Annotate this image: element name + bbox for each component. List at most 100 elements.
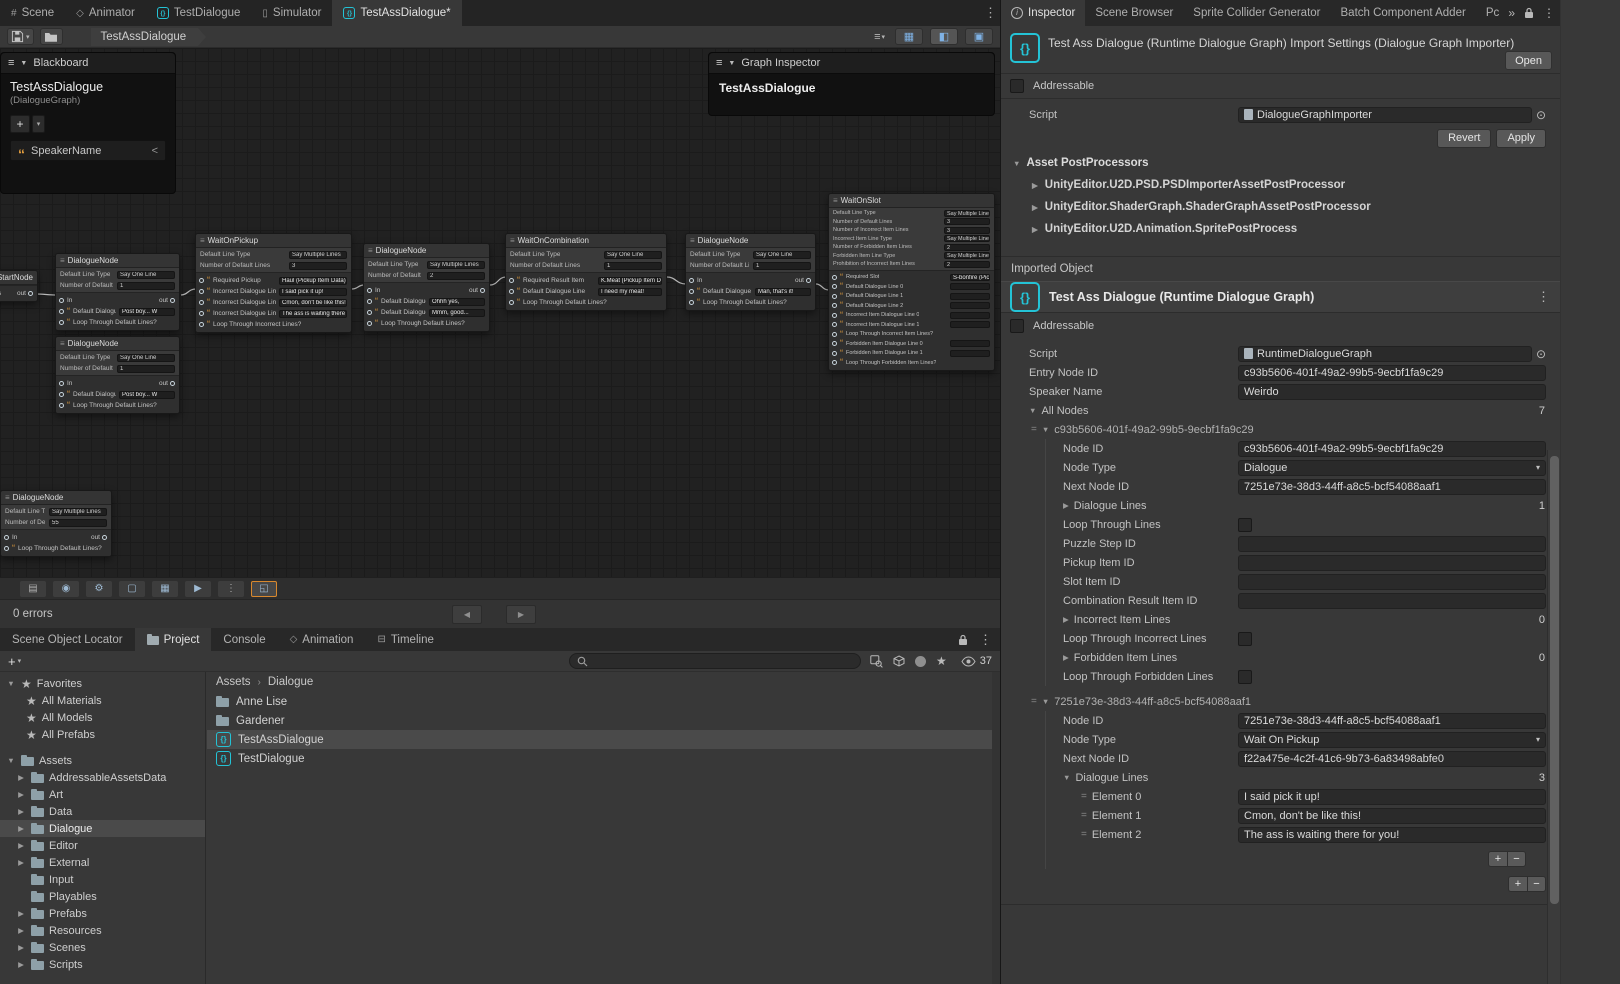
input-port-icon[interactable] bbox=[199, 278, 204, 283]
input-port-icon[interactable] bbox=[4, 546, 9, 551]
node-title[interactable]: ≡ WaitOnCombination bbox=[506, 234, 666, 248]
port-value-field[interactable] bbox=[950, 293, 990, 300]
port-value-field[interactable] bbox=[950, 312, 990, 319]
node-field-row[interactable]: Incorrect Item Line Type Say Multiple Li… bbox=[829, 235, 994, 244]
port-value-field[interactable]: Post boy... W bbox=[119, 391, 175, 399]
node-title[interactable]: ≡ WaitOnPickup bbox=[196, 234, 351, 248]
add-property-dropdown-icon[interactable]: ▾ bbox=[32, 115, 45, 133]
output-port[interactable]: out bbox=[159, 380, 175, 387]
object-menu-icon[interactable]: ⋮ bbox=[1537, 289, 1550, 305]
node-field-row[interactable]: Number of Default Lines 1 bbox=[56, 363, 179, 374]
visibility-counter[interactable]: 37 bbox=[961, 655, 992, 667]
foldout-icon[interactable]: ▶ bbox=[16, 943, 26, 952]
input-port-icon[interactable] bbox=[832, 313, 837, 318]
breadcrumb-path[interactable]: Assets › Dialogue bbox=[207, 672, 1000, 692]
package-icon[interactable] bbox=[893, 655, 905, 667]
drag-handle-icon[interactable]: = bbox=[1081, 810, 1087, 821]
node-dialoguenode-4[interactable]: ≡ DialogueNode Default Line Type Say One… bbox=[55, 336, 180, 414]
node-entry-header[interactable]: = ▼ c93b5606-401f-49a2-99b5-9ecbf1fa9c29 bbox=[1001, 420, 1560, 439]
node-port-row[interactable]: “ Default Dialogue Line 1 Mmm, good... bbox=[364, 307, 489, 318]
node-field-row[interactable]: Number of Default Lines 55 bbox=[1, 517, 111, 528]
foldout-icon[interactable]: ▶ bbox=[1032, 203, 1038, 212]
slot-item-field[interactable] bbox=[1238, 574, 1546, 590]
blackboard-header[interactable]: ≡ ▼ Blackboard bbox=[1, 53, 175, 74]
input-port-icon[interactable] bbox=[832, 341, 837, 346]
input-port-icon[interactable] bbox=[4, 535, 9, 540]
node-title[interactable]: ≡ DialogueNode bbox=[686, 234, 815, 248]
port-value-field[interactable]: The ass is waiting there for you! bbox=[279, 310, 347, 318]
node-title[interactable]: ≡ DialogueNode bbox=[56, 337, 179, 351]
view-options-icon[interactable]: ≡ ▾ bbox=[874, 31, 885, 43]
node-waitonslot[interactable]: ≡ WaitOnSlot Default Line Type Say Multi… bbox=[828, 193, 995, 371]
speaker-name-field[interactable]: Weirdo bbox=[1238, 384, 1546, 400]
input-port-icon[interactable] bbox=[832, 303, 837, 308]
port-value-field[interactable]: Cmon, don't be like this! bbox=[279, 299, 347, 307]
next-node-field[interactable]: f22a475e-4c2f-41c6-9b73-6a83498abfe0 bbox=[1238, 751, 1546, 767]
input-port-icon[interactable] bbox=[832, 294, 837, 299]
tree-folder[interactable]: ▶ Art bbox=[0, 786, 205, 803]
node-field-value[interactable]: 2 bbox=[944, 244, 990, 251]
addressable-checkbox[interactable] bbox=[1010, 319, 1024, 333]
node-title[interactable]: ≡ StartNode bbox=[0, 271, 37, 285]
panel-menu-icon[interactable]: ≡ bbox=[8, 57, 14, 69]
tree-folder[interactable]: ▶ External bbox=[0, 854, 205, 871]
favorite-item[interactable]: ★ All Models bbox=[0, 709, 205, 726]
node-entry-header[interactable]: = ▼ 7251e73e-38d3-44ff-a8c5-bcf54088aaf1 bbox=[1001, 692, 1560, 711]
input-port-icon[interactable] bbox=[199, 311, 204, 316]
node-field-value[interactable]: 1 bbox=[117, 365, 175, 373]
graph-view-toggle-button[interactable] bbox=[930, 28, 958, 45]
output-port-icon[interactable] bbox=[480, 288, 485, 293]
node-field-row[interactable]: Default Line Type Say One Line bbox=[506, 249, 666, 260]
node-field-value[interactable]: 1 bbox=[753, 262, 811, 270]
foldout-icon[interactable]: ▶ bbox=[1032, 225, 1038, 234]
tree-folder[interactable]: ▶ Resources bbox=[0, 922, 205, 939]
open-asset-button[interactable] bbox=[40, 28, 63, 45]
drag-handle-icon[interactable]: = bbox=[1081, 829, 1087, 840]
port-value-field[interactable]: Mmm, good... bbox=[429, 309, 485, 317]
drag-handle-icon[interactable]: = bbox=[1081, 791, 1087, 802]
foldout-icon[interactable]: ▶ bbox=[16, 807, 26, 816]
foldout-icon[interactable]: ▶ bbox=[1032, 181, 1038, 190]
input-port-icon[interactable] bbox=[832, 332, 837, 337]
node-title[interactable]: ≡ DialogueNode bbox=[1, 491, 111, 505]
node-field-value[interactable]: Say Multiple Lines bbox=[944, 252, 990, 259]
node-field-value[interactable]: 2 bbox=[427, 272, 485, 280]
next-node-field[interactable]: 7251e73e-38d3-44ff-a8c5-bcf54088aaf1 bbox=[1238, 479, 1546, 495]
node-field-value[interactable]: 1 bbox=[604, 262, 662, 270]
foldout-icon[interactable]: ▶ bbox=[16, 773, 26, 782]
array-size-field[interactable]: 0 bbox=[1238, 652, 1546, 664]
node-field-row[interactable]: Forbidden Item Line Type Say Multiple Li… bbox=[829, 252, 994, 261]
node-field-value[interactable]: 1 bbox=[117, 282, 175, 290]
output-port[interactable]: out bbox=[469, 287, 485, 294]
node-port-row[interactable]: “ Required Slot S-bonfire (Pickup Item D… bbox=[829, 273, 994, 283]
node-port-row[interactable]: In out bbox=[686, 275, 815, 286]
footer-tool-button[interactable] bbox=[152, 581, 178, 597]
node-field-value[interactable]: Say One Line bbox=[117, 271, 175, 279]
file-row[interactable]: TestAssDialogue bbox=[207, 730, 1000, 749]
output-port[interactable]: out bbox=[159, 297, 175, 304]
dialogue-lines-row[interactable]: ▼Dialogue Lines 3 bbox=[1001, 768, 1560, 787]
input-port-icon[interactable] bbox=[689, 278, 694, 283]
node-field-value[interactable]: Say Multiple Lines bbox=[49, 508, 107, 516]
input-port-icon[interactable] bbox=[832, 351, 837, 356]
foldout-icon[interactable]: ▼ bbox=[6, 756, 16, 765]
open-button[interactable]: Open bbox=[1505, 51, 1552, 70]
node-field-row[interactable]: Number of Incorrect Item Lines 3 bbox=[829, 226, 994, 235]
port-value-field[interactable] bbox=[950, 340, 990, 347]
dock-menu-icon[interactable]: ⋮ bbox=[984, 5, 997, 21]
node-port-row[interactable]: “ Loop Through Default Lines? bbox=[56, 400, 179, 411]
tree-folder[interactable]: ▶ Dialogue bbox=[0, 820, 205, 837]
inspector-scrollbar[interactable] bbox=[1547, 450, 1560, 984]
element-value-field[interactable]: Cmon, don't be like this! bbox=[1238, 808, 1546, 824]
graph-inspector-header[interactable]: ≡ ▼ Graph Inspector bbox=[709, 53, 994, 74]
element-value-field[interactable]: I said pick it up! bbox=[1238, 789, 1546, 805]
node-port-row[interactable]: In out bbox=[1, 532, 111, 543]
foldout-icon[interactable]: ▶ bbox=[1063, 653, 1069, 662]
dialogue-lines-row[interactable]: ▶Dialogue Lines 1 bbox=[1001, 496, 1560, 515]
node-dialoguenode-3[interactable]: ≡ DialogueNode Default Line Type Say One… bbox=[685, 233, 816, 311]
port-value-field[interactable]: I said pick it up! bbox=[279, 288, 347, 296]
input-port-icon[interactable] bbox=[509, 300, 514, 305]
dock-tab[interactable]: Animator bbox=[65, 0, 146, 26]
foldout-icon[interactable]: ▼ bbox=[6, 679, 16, 688]
node-port-row[interactable]: “ Default Dialogue Line I need my meat! bbox=[506, 286, 666, 297]
